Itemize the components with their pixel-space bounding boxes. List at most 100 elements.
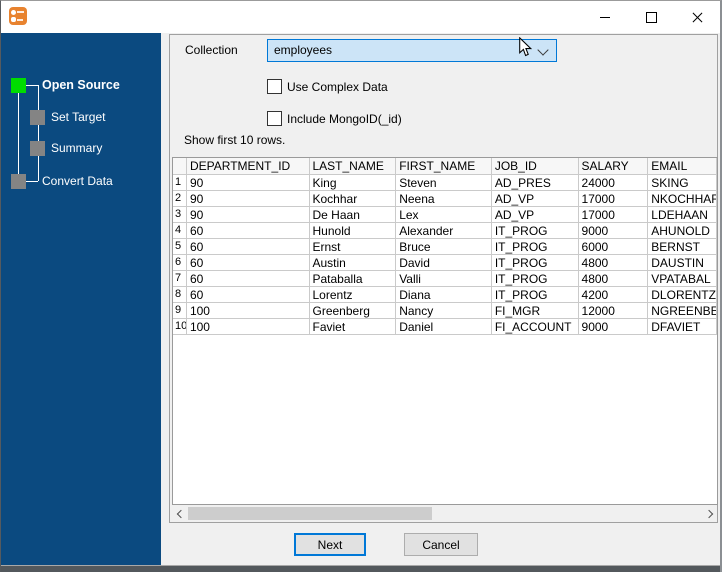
table-cell: IT_PROG [491,287,579,303]
row-number: 7 [173,271,187,287]
wizard-step-box-open-source [11,78,26,93]
wizard-connector-line [18,93,19,174]
titlebar [1,1,720,33]
row-number: 1 [173,175,187,191]
row-number: 3 [173,207,187,223]
table-cell: VPATABAL [648,271,717,287]
table-row[interactable]: 4 60 Hunold Alexander IT_PROG 9000 AHUNOLD [173,223,717,239]
maximize-icon [645,11,657,23]
wizard-connector-line [26,85,38,86]
table-cell: DFAVIET [648,319,717,335]
table-cell: Faviet [309,319,397,335]
table-cell: 60 [186,223,310,239]
minimize-button[interactable] [582,1,628,33]
table-cell: 4200 [578,287,649,303]
checkbox-label: Use Complex Data [287,79,388,94]
close-icon [692,12,703,23]
app-window: Open Source Set Target Summary Convert Data… [0,0,722,572]
column-header-last_name[interactable]: LAST_NAME [309,158,397,175]
row-number: 8 [173,287,187,303]
sidebar-item-convert-data[interactable]: Convert Data [42,174,113,189]
table-cell: 100 [186,303,310,319]
table-cell: Pataballa [309,271,397,287]
column-header-department_id[interactable]: DEPARTMENT_ID [186,158,310,175]
table-cell: 60 [186,271,310,287]
collection-dropdown-value: employees [274,43,333,57]
include-mongoid-checkbox[interactable]: Include MongoID(_id) [267,111,402,126]
checkbox-label: Include MongoID(_id) [287,111,402,126]
table-cell: 24000 [578,175,649,191]
scrollbar-thumb[interactable] [188,507,432,520]
table-cell: BERNST [648,239,717,255]
chevron-down-icon [537,44,549,56]
row-number-header[interactable] [173,158,187,175]
table-cell: 4800 [578,255,649,271]
row-number: 5 [173,239,187,255]
table-cell: FI_MGR [491,303,579,319]
column-header-email[interactable]: EMAIL [648,158,717,175]
table-cell: IT_PROG [491,255,579,271]
table-row[interactable]: 10 100 Faviet Daniel FI_ACCOUNT 9000 DFAVIET [173,319,717,335]
wizard-sidebar: Open Source Set Target Summary Convert Data [1,33,161,567]
table-cell: NKOCHHAR [648,191,717,207]
table-cell: David [396,255,492,271]
table-cell: Alexander [396,223,492,239]
table-cell: 60 [186,287,310,303]
table-row[interactable]: 2 90 Kochhar Neena AD_VP 17000 NKOCHHAR [173,191,717,207]
table-cell: AHUNOLD [648,223,717,239]
table-row[interactable]: 7 60 Pataballa Valli IT_PROG 4800 VPATABAL [173,271,717,287]
table-row[interactable]: 6 60 Austin David IT_PROG 4800 DAUSTIN [173,255,717,271]
table-row[interactable]: 5 60 Ernst Bruce IT_PROG 6000 BERNST [173,239,717,255]
checkbox-box [267,79,282,94]
app-icon-detail [17,11,24,13]
table-cell: Diana [396,287,492,303]
scroll-left-button[interactable] [172,506,187,521]
table-cell: Austin [309,255,397,271]
table-cell: 17000 [578,207,649,223]
table-cell: Neena [396,191,492,207]
table-cell: Valli [396,271,492,287]
close-button[interactable] [674,1,720,33]
chevron-right-icon [704,509,713,518]
table-cell: Hunold [309,223,397,239]
table-cell: 4800 [578,271,649,287]
table-cell: 60 [186,255,310,271]
collection-dropdown[interactable]: employees [267,39,557,62]
sidebar-item-summary[interactable]: Summary [51,141,102,156]
app-icon-detail [17,19,23,21]
wizard-step-box-convert-data [11,174,26,189]
horizontal-scrollbar[interactable] [172,506,717,521]
table-cell: 60 [186,239,310,255]
table-cell: DAUSTIN [648,255,717,271]
table-cell: 90 [186,207,310,223]
column-header-job_id[interactable]: JOB_ID [491,158,579,175]
table-cell: Greenberg [309,303,397,319]
column-header-first_name[interactable]: FIRST_NAME [396,158,492,175]
cancel-button[interactable]: Cancel [404,533,478,556]
table-row[interactable]: 8 60 Lorentz Diana IT_PROG 4200 DLORENTZ [173,287,717,303]
column-header-salary[interactable]: SALARY [578,158,649,175]
wizard-connector-line [38,85,39,181]
table-cell: Lex [396,207,492,223]
table-row[interactable]: 1 90 King Steven AD_PRES 24000 SKING [173,175,717,191]
next-button[interactable]: Next [294,533,366,556]
table-cell: Nancy [396,303,492,319]
table-row[interactable]: 9 100 Greenberg Nancy FI_MGR 12000 NGREENBE [173,303,717,319]
table-cell: Kochhar [309,191,397,207]
source-panel: Collection employees Use Complex Data In… [169,34,718,523]
wizard-step-box-set-target [30,110,45,125]
table-cell: Lorentz [309,287,397,303]
sidebar-item-set-target[interactable]: Set Target [51,110,105,125]
table-cell: AD_VP [491,207,579,223]
table-cell: LDEHAAN [648,207,717,223]
table-row[interactable]: 3 90 De Haan Lex AD_VP 17000 LDEHAAN [173,207,717,223]
use-complex-data-checkbox[interactable]: Use Complex Data [267,79,388,94]
scroll-right-button[interactable] [702,506,717,521]
table-cell: De Haan [309,207,397,223]
table-cell: NGREENBE [648,303,717,319]
preview-table: DEPARTMENT_ID LAST_NAME FIRST_NAME JOB_ID SA… [172,157,718,505]
app-icon [9,7,27,25]
table-cell: King [309,175,397,191]
sidebar-item-open-source[interactable]: Open Source [42,78,120,93]
maximize-button[interactable] [628,1,674,33]
